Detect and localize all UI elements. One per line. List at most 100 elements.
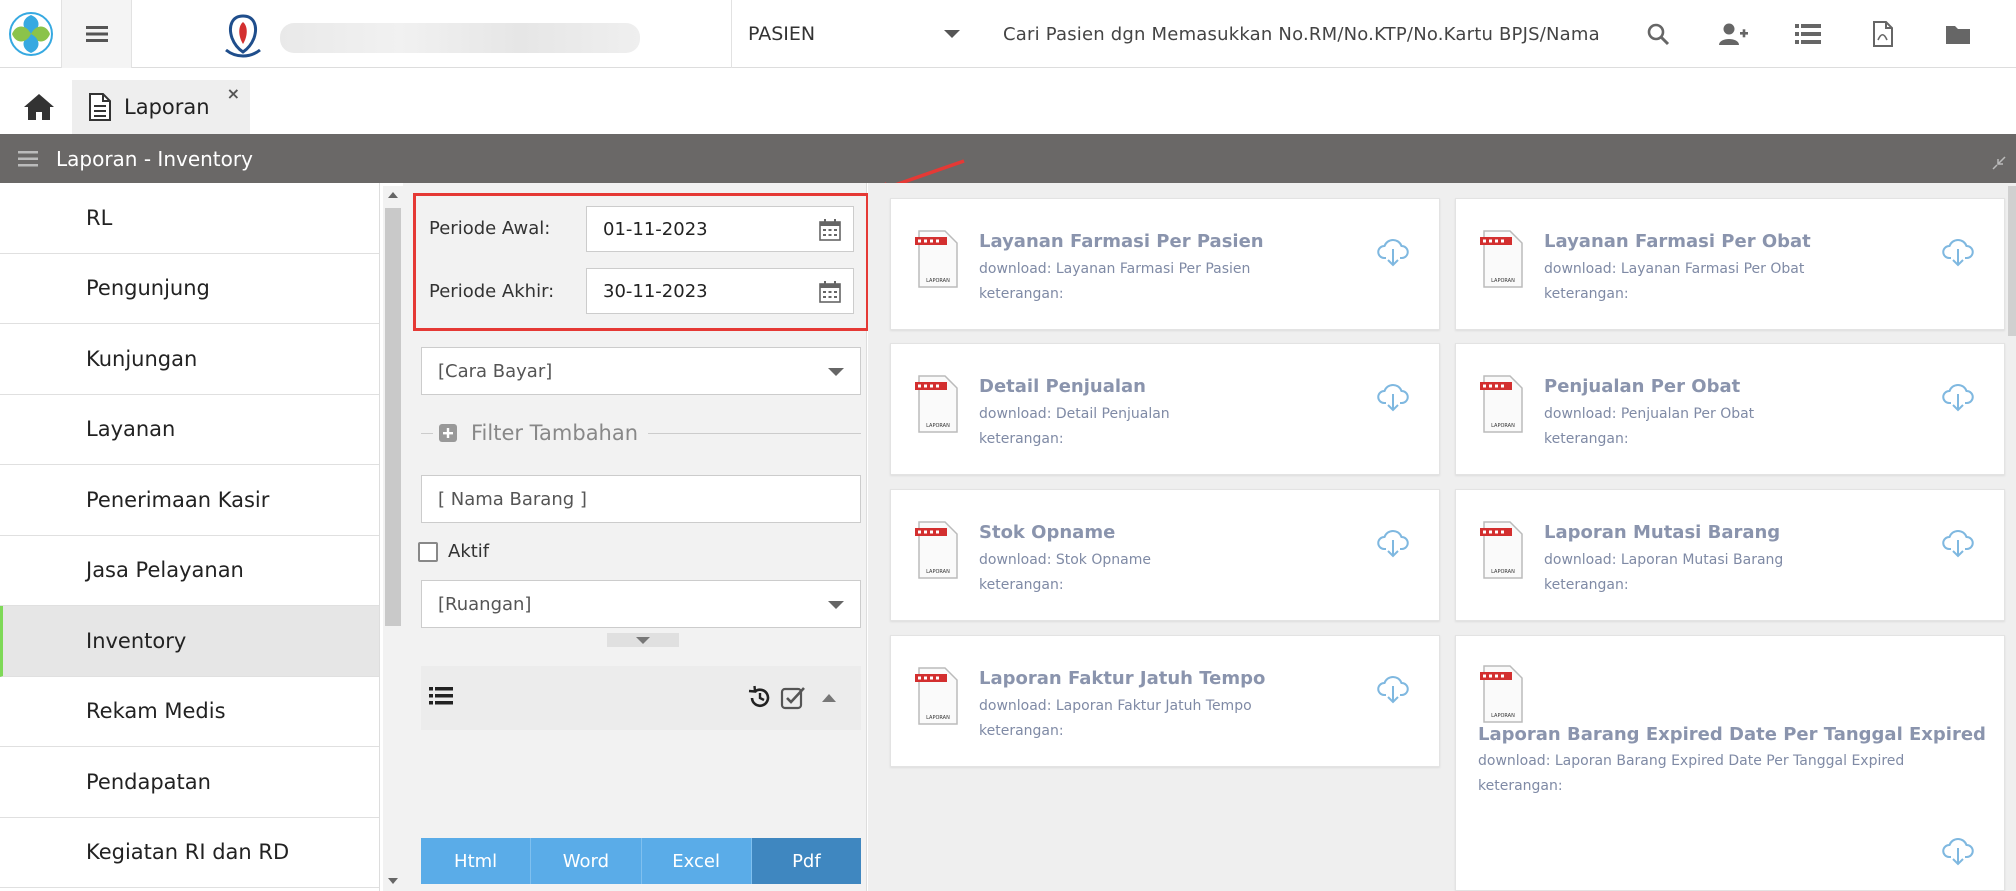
sidebar-item-label: Layanan — [86, 417, 176, 442]
hamburger-icon[interactable] — [0, 150, 56, 167]
periode-akhir-label: Periode Akhir: — [429, 281, 555, 302]
report-card[interactable]: LAPORAN Layanan Farmasi Per Pasien downl… — [890, 198, 1440, 330]
export-button-group: Html Word Excel Pdf — [421, 838, 861, 884]
report-card[interactable]: LAPORAN Detail Penjualan download: Detai… — [890, 343, 1440, 475]
sidebar-item-pendapatan[interactable]: Pendapatan — [0, 747, 379, 818]
search-button[interactable] — [1620, 0, 1695, 68]
report-keterangan: keterangan: — [1544, 431, 1629, 447]
add-patient-button[interactable] — [1695, 0, 1770, 68]
cloud-download-icon[interactable] — [1377, 674, 1409, 704]
patient-search-input[interactable]: Cari Pasien dgn Memasukkan No.RM/No.KTP/… — [1003, 0, 1600, 68]
report-title[interactable]: Penjualan Per Obat — [1544, 376, 1740, 397]
close-icon[interactable]: × — [227, 84, 240, 103]
cloud-download-icon[interactable] — [1377, 237, 1409, 267]
sidebar-item-jasa-pelayanan[interactable]: Jasa Pelayanan — [0, 536, 379, 606]
patient-list-button[interactable] — [1770, 0, 1845, 68]
chevron-up-icon[interactable] — [822, 693, 836, 703]
cara-bayar-value: [Cara Bayar] — [438, 360, 553, 382]
periode-awal-input[interactable]: 01-11-2023 — [586, 206, 854, 252]
report-document-icon: LAPORAN — [1480, 665, 1523, 723]
export-excel-button[interactable]: Excel — [641, 838, 752, 884]
app-logo[interactable] — [0, 0, 62, 68]
report-download-text: download: Penjualan Per Obat — [1544, 406, 1755, 422]
cloud-download-icon[interactable] — [1942, 237, 1974, 267]
expand-filter-toggle[interactable] — [607, 633, 679, 647]
scroll-down-icon[interactable] — [388, 878, 398, 884]
folder-button[interactable] — [1920, 0, 1995, 68]
report-doc-label: LAPORAN — [1491, 713, 1515, 719]
report-title[interactable]: Laporan Mutasi Barang — [1544, 522, 1780, 543]
content-scrollbar[interactable] — [2008, 186, 2016, 336]
cara-bayar-select[interactable]: [Cara Bayar] — [421, 347, 861, 395]
report-title[interactable]: Layanan Farmasi Per Obat — [1544, 231, 1811, 252]
report-card[interactable]: LAPORAN Penjualan Per Obat download: Pen… — [1455, 343, 2005, 475]
checklist-icon[interactable] — [780, 685, 806, 711]
sidebar-item-kegiatan-ri-rd[interactable]: Kegiatan RI dan RD — [0, 818, 379, 888]
calendar-icon[interactable] — [819, 219, 841, 241]
export-html-button[interactable]: Html — [421, 838, 532, 884]
tab-laporan[interactable]: Laporan × — [72, 80, 250, 134]
chevron-down-icon — [828, 368, 844, 376]
report-title[interactable]: Stok Opname — [979, 522, 1115, 543]
sidebar-item-kunjungan[interactable]: Kunjungan — [0, 324, 379, 395]
home-tab[interactable] — [14, 82, 64, 132]
export-pdf-button[interactable]: Pdf — [751, 838, 861, 884]
filter-tools-row — [421, 666, 861, 730]
periode-akhir-input[interactable]: 30-11-2023 — [586, 268, 854, 314]
report-card[interactable]: LAPORAN Laporan Mutasi Barang download: … — [1455, 489, 2005, 621]
report-card[interactable]: LAPORAN Layanan Farmasi Per Obat downloa… — [1455, 198, 2005, 330]
folder-icon — [1945, 26, 1970, 44]
report-doc-label: LAPORAN — [926, 278, 950, 284]
report-title[interactable]: Laporan Barang Expired Date Per Tanggal … — [1478, 724, 1986, 745]
aktif-checkbox[interactable] — [418, 541, 438, 562]
module-select[interactable]: PASIEN — [732, 0, 982, 68]
pdf-button[interactable] — [1845, 0, 1920, 68]
report-card[interactable]: LAPORAN Stok Opname download: Stok Opnam… — [890, 489, 1440, 621]
sidebar-item-rl[interactable]: RL — [0, 183, 379, 254]
module-select-value: PASIEN — [748, 23, 816, 45]
cloud-download-icon[interactable] — [1942, 382, 1974, 412]
report-document-icon: LAPORAN — [1480, 230, 1523, 288]
report-download-text: download: Layanan Farmasi Per Pasien — [979, 261, 1251, 277]
export-word-button[interactable]: Word — [531, 838, 642, 884]
cloud-download-icon[interactable] — [1942, 836, 1974, 866]
sidebar-item-inventory[interactable]: Inventory — [0, 606, 379, 677]
list-icon — [1794, 24, 1821, 44]
calendar-icon[interactable] — [819, 281, 841, 303]
report-doc-label: LAPORAN — [926, 569, 950, 575]
hamburger-menu-button[interactable] — [62, 0, 132, 68]
ruangan-select[interactable]: [Ruangan] — [421, 580, 861, 628]
brand-area — [132, 0, 732, 68]
aktif-checkbox-row[interactable]: Aktif — [418, 541, 489, 562]
cloud-download-icon[interactable] — [1942, 528, 1974, 558]
list-icon[interactable] — [429, 686, 453, 706]
report-title[interactable]: Detail Penjualan — [979, 376, 1146, 397]
scroll-up-icon[interactable] — [388, 192, 398, 198]
sidebar-item-label: Inventory — [86, 628, 187, 653]
cloud-download-icon[interactable] — [1377, 382, 1409, 412]
scrollbar-thumb[interactable] — [385, 208, 401, 626]
filter-scrollbar[interactable] — [383, 186, 403, 891]
sidebar-item-penerimaan-kasir[interactable]: Penerimaan Kasir — [0, 465, 379, 536]
report-document-icon: LAPORAN — [915, 375, 958, 433]
tab-bar — [0, 68, 2016, 134]
nama-barang-input[interactable]: [ Nama Barang ] — [421, 475, 861, 523]
sidebar-item-label: Kegiatan RI dan RD — [86, 840, 290, 865]
top-navbar: PASIEN Cari Pasien dgn Memasukkan No.RM/… — [0, 0, 2016, 68]
report-title[interactable]: Layanan Farmasi Per Pasien — [979, 231, 1264, 252]
sidebar-item-label: RL — [86, 205, 113, 230]
report-document-icon: LAPORAN — [915, 521, 958, 579]
filter-tambahan-toggle[interactable]: Filter Tambahan — [421, 418, 861, 448]
sidebar-item-rekam-medis[interactable]: Rekam Medis — [0, 677, 379, 747]
history-icon[interactable] — [747, 685, 773, 711]
sidebar-item-layanan[interactable]: Layanan — [0, 395, 379, 465]
logout-button[interactable] — [1995, 0, 2016, 68]
report-doc-label: LAPORAN — [926, 423, 950, 429]
report-title[interactable]: Laporan Faktur Jatuh Tempo — [979, 668, 1265, 689]
cloud-download-icon[interactable] — [1377, 528, 1409, 558]
report-card[interactable]: LAPORAN Laporan Faktur Jatuh Tempo downl… — [890, 635, 1440, 767]
sidebar-item-pengunjung[interactable]: Pengunjung — [0, 254, 379, 324]
report-document-icon: LAPORAN — [1480, 375, 1523, 433]
report-card[interactable]: LAPORAN Laporan Barang Expired Date Per … — [1455, 635, 2005, 891]
collapse-corner-icon[interactable] — [1992, 156, 2006, 170]
